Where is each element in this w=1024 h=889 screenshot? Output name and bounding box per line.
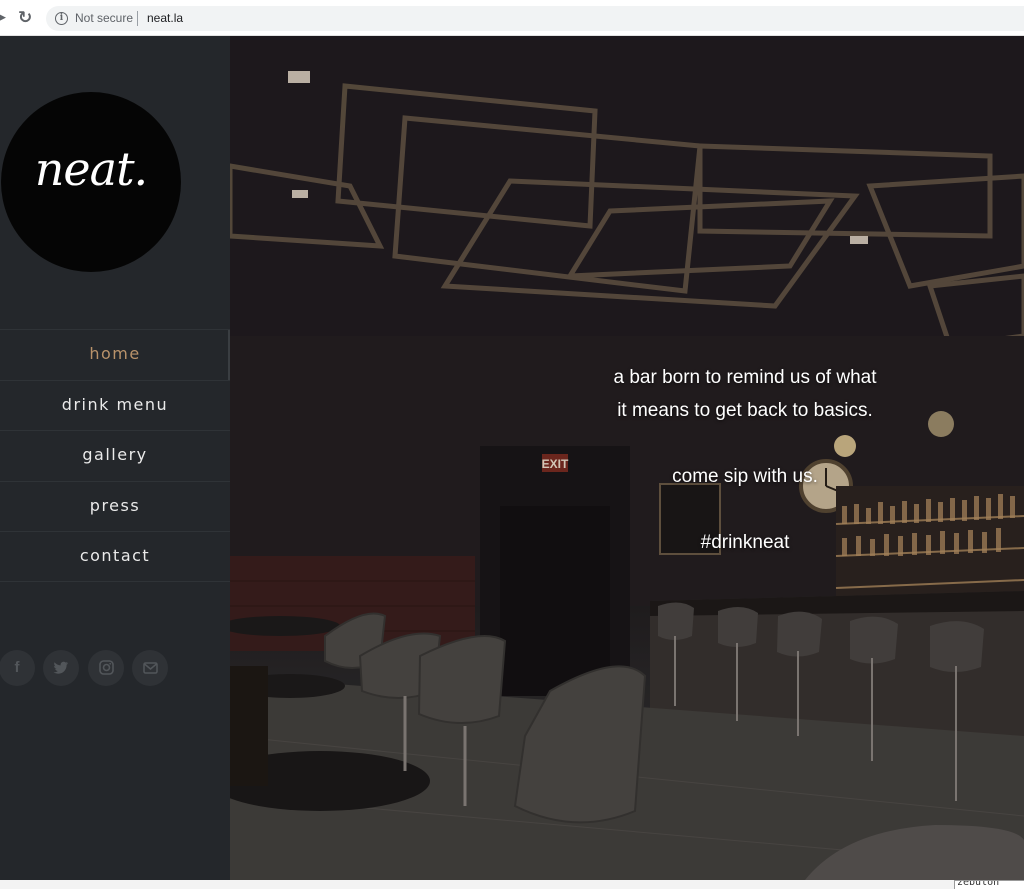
nav-item-label: press [89, 495, 141, 515]
bottom-strip [0, 880, 954, 889]
reload-icon[interactable]: ↻ [18, 8, 36, 28]
hashtag: #drinkneat [700, 532, 790, 553]
sidebar: neat. home drink menu gallery press cont… [0, 36, 230, 880]
hero-image: EXIT a bar born to remind us of what it … [230, 36, 1024, 880]
security-label[interactable]: Not secure [75, 11, 133, 25]
nav-item-contact[interactable]: contact [0, 531, 230, 582]
main-nav: home drink menu gallery press contact [0, 329, 230, 582]
logo-text: neat. [34, 142, 148, 196]
nav-item-label: contact [79, 546, 151, 565]
social-links: f [0, 650, 230, 686]
mail-icon[interactable] [132, 650, 168, 686]
forward-arrow-icon[interactable]: ▶ [0, 10, 8, 26]
nav-item-gallery[interactable]: gallery [0, 430, 230, 481]
address-bar[interactable]: i Not secure neat.la [46, 6, 1024, 31]
tagline-line-3: come sip with us. [672, 466, 818, 487]
facebook-icon[interactable]: f [0, 650, 35, 686]
hero-tagline: a bar born to remind us of what it means… [560, 361, 930, 559]
nav-item-label: home [89, 344, 141, 363]
nav-item-drink-menu[interactable]: drink menu [0, 379, 230, 431]
url-text[interactable]: neat.la [147, 11, 183, 25]
url-separator [137, 11, 138, 26]
tagline-line-2: it means to get back to basics. [617, 400, 873, 421]
page: neat. home drink menu gallery press cont… [0, 36, 1024, 880]
status-tab: zebulon [954, 880, 1024, 889]
logo[interactable]: neat. [1, 92, 181, 272]
tagline-line-1: a bar born to remind us of what [613, 367, 877, 388]
nav-item-home[interactable]: home [0, 329, 230, 380]
nav-item-label: gallery [82, 445, 148, 464]
browser-toolbar: ▶ ↻ i Not secure neat.la [0, 0, 1024, 36]
nav-item-label: drink menu [61, 394, 169, 414]
instagram-icon[interactable] [88, 650, 124, 686]
twitter-icon[interactable] [43, 650, 79, 686]
status-text: zebulon [957, 880, 1000, 888]
nav-item-press[interactable]: press [0, 480, 230, 532]
info-icon[interactable]: i [55, 12, 68, 25]
